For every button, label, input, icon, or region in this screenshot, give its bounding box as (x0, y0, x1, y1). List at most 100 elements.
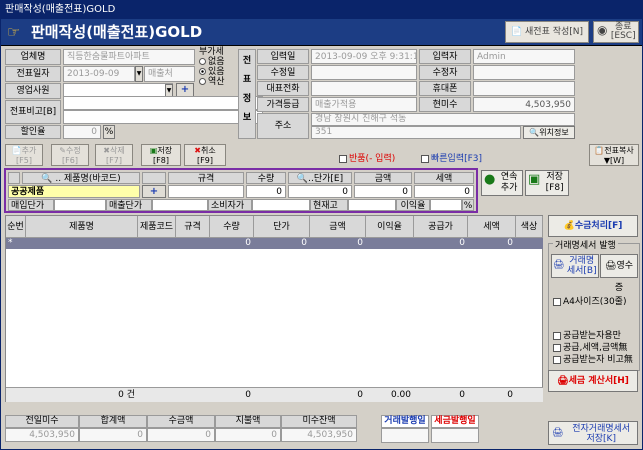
sales-rep-label: 영업사원 (5, 83, 61, 99)
item-entry-panel: 🔍 .. 제품명(바코드) 규격 수량 🔍..단가[E] 금액 세액 공공제품 … (4, 168, 478, 213)
unpaid-value: 4,503,950 (473, 97, 575, 112)
edit-button[interactable]: ✎수정 [F6] (51, 144, 89, 166)
add-product-button[interactable]: + (142, 185, 166, 198)
hand-logo-icon: ☞ (7, 23, 21, 41)
col-header-qty: 수량 (210, 216, 254, 238)
window-title: 판매작성(매출전표)GOLD (1, 1, 642, 19)
vat-option-yes[interactable]: 있음 (199, 67, 237, 77)
tax-invoice-button[interactable]: 🖨세금 계산서[H] (548, 370, 638, 392)
footer-supply: 0 (459, 390, 465, 400)
sales-type-field[interactable]: 매출처 (144, 66, 195, 82)
continue-add-button[interactable]: ● 연속 추가 (481, 170, 523, 196)
price-search-header[interactable]: 🔍..단가[E] (288, 172, 352, 184)
cancel-label: 취소 (200, 146, 216, 155)
cancel-key: [F9] (197, 156, 213, 165)
checkbox-icon (553, 355, 561, 364)
table-row[interactable]: * 0 0 0 0 0 (6, 238, 543, 249)
tax-header: 세액 (414, 172, 474, 184)
option-no-memo-label: 공급받는자 비고無 (563, 355, 633, 365)
address-line2: 351 (311, 126, 521, 139)
edit-icon: ✎ (59, 146, 66, 155)
return-checkbox[interactable]: 반품(- 입력) (339, 151, 395, 164)
new-slip-label: 새전표 작성[N] (525, 27, 584, 37)
location-info-button[interactable]: 🔍위치정보 (523, 126, 575, 139)
grade-value: 매출가적용 (311, 97, 417, 112)
date-field[interactable]: 2013-09-09 (63, 66, 135, 82)
collect-button[interactable]: 💰수금처리[F] (548, 215, 638, 237)
spec-input[interactable] (168, 185, 244, 198)
amount-input[interactable]: 0 (354, 185, 412, 198)
row-supply: 0 (459, 238, 465, 248)
add-doc-icon: 📄 (11, 146, 22, 155)
app-window: 판매작성(매출전표)GOLD ☞ 판매작성(매출전표)GOLD 📄 새전표 작성… (0, 0, 643, 450)
modified-by-value (473, 65, 575, 80)
checkbox-icon (553, 343, 561, 352)
radio-icon (199, 58, 206, 65)
sell-price-label: 매출단가 (106, 199, 152, 211)
sell-price-value (152, 199, 208, 211)
discount-field[interactable]: 0 (63, 125, 101, 139)
save-slip-button[interactable]: ▣저장 [F8] (141, 144, 181, 166)
product-header-label: 제품명(바코드) (63, 174, 121, 184)
printer-icon: 🖨 (557, 376, 569, 386)
page-title: 판매작성(매출전표)GOLD (31, 23, 203, 41)
copy-slip-button[interactable]: 📋전표복사 ▼[W] (589, 144, 639, 166)
option-no-memo[interactable]: 공급받는자 비고無 (553, 352, 639, 365)
memo-label: 전표비고[B] (5, 100, 61, 124)
money-icon: 💰 (563, 221, 575, 231)
qty-header: 수량 (246, 172, 286, 184)
memo-field-1[interactable] (63, 96, 263, 110)
new-slip-button[interactable]: 📄 새전표 작성[N] (505, 21, 589, 43)
col-header-color: 색상 (516, 216, 543, 238)
add-button[interactable]: 📄추가 [F5] (5, 144, 43, 166)
checkbox-icon (421, 154, 429, 163)
edit-label: 수정 (65, 146, 81, 155)
discount-label: 할인율 (5, 125, 61, 139)
statement-print-button[interactable]: 🖨 거래명세서[B] (551, 254, 599, 278)
col-header-spec: 규격 (176, 216, 210, 238)
header-bar: ☞ 판매작성(매출전표)GOLD 📄 새전표 작성[N] ◉ 종료 [ESC] (1, 19, 642, 46)
a4-size-label: A4사이즈(30줄) (563, 297, 627, 307)
copy-key: ▼[W] (603, 156, 625, 165)
tax-input[interactable]: 0 (414, 185, 474, 198)
phone-label: 대표전화 (257, 81, 309, 96)
col-header-amount: 금액 (310, 216, 366, 238)
close-button[interactable]: ◉ 종료 [ESC] (593, 21, 639, 43)
row-indicator (8, 172, 20, 184)
save-item-button[interactable]: ▣ 저장 [F8] (525, 170, 569, 196)
save-disk-icon: ▣ (528, 172, 541, 187)
qty-input[interactable]: 0 (246, 185, 286, 198)
collect-label: 수금처리[F] (574, 221, 623, 231)
col-header-supply: 공급가 (414, 216, 468, 238)
col-header-price: 단가 (254, 216, 310, 238)
date-dropdown-icon[interactable]: ▼ (135, 66, 143, 82)
company-field[interactable]: 직등한숨물파트아파트 (63, 49, 195, 65)
price-input[interactable]: 0 (288, 185, 352, 198)
table-footer: 0 건 0 0 0.00 0 0 (6, 387, 543, 402)
cancel-slip-button[interactable]: ✖취소 [F9] (184, 144, 226, 166)
location-info-label: 위치정보 (539, 128, 569, 137)
printer-icon: 🖨 (552, 428, 564, 438)
delete-button[interactable]: ✖삭제 [F7] (95, 144, 133, 166)
checkbox-icon (553, 331, 561, 340)
row-tax: 0 (507, 238, 513, 248)
product-input[interactable]: 공공제품 (8, 185, 140, 198)
memo-field-2[interactable] (63, 110, 263, 124)
product-search-header[interactable]: 🔍 .. 제품명(바코드) (22, 172, 140, 184)
radio-selected-icon (199, 68, 206, 75)
e-statement-save-button[interactable]: 🖨 전자거래명세서 저장[K] (548, 421, 638, 445)
printer-icon: 🖨 (553, 260, 565, 270)
prev-unpaid-label: 전일미수 (5, 415, 79, 428)
receipt-print-button[interactable]: 🖨영수증 (600, 254, 638, 293)
items-table[interactable]: 순번 제품명 제품코드 규격 수량 단가 금액 이익율 공급가 세액 색상 * … (5, 215, 543, 402)
quick-input-checkbox[interactable]: 빠른입력[F3] (421, 151, 482, 164)
vat-option-none[interactable]: 없음 (199, 57, 237, 67)
percent-icon: % (103, 125, 115, 139)
margin-value (430, 199, 462, 211)
received-value: 0 (147, 428, 215, 442)
vat-option-reverse[interactable]: 역산 (199, 77, 237, 87)
row-qty: 0 (245, 238, 251, 248)
a4-size-checkbox[interactable]: A4사이즈(30줄) (553, 294, 626, 307)
radio-icon (199, 78, 206, 85)
save-item-key: [F8] (545, 183, 564, 193)
